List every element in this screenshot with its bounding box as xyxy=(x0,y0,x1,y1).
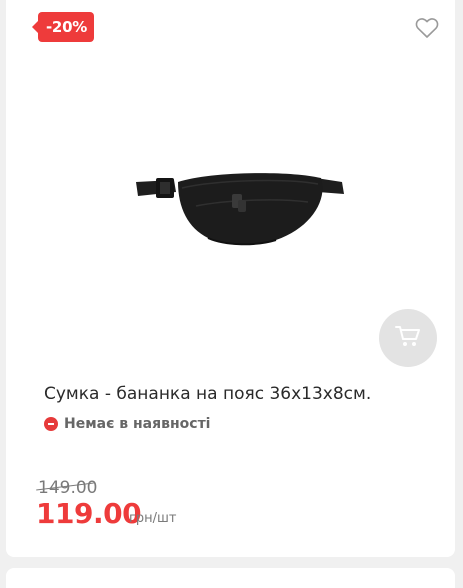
product-image[interactable] xyxy=(116,150,356,260)
current-price: 119.00 xyxy=(36,497,142,530)
next-product-card[interactable] xyxy=(6,568,455,588)
product-title[interactable]: Сумка - бананка на пояс 36x13x8см. xyxy=(44,382,444,406)
price-unit: грн/шт xyxy=(129,511,177,526)
favorite-heart-icon[interactable] xyxy=(415,17,439,39)
product-card[interactable]: -20% Сумка - бананка на пояс 36x13x8см. … xyxy=(6,0,455,557)
stock-status-label: Немає в наявності xyxy=(64,416,211,432)
add-to-cart-button[interactable] xyxy=(379,309,437,367)
stock-status: Немає в наявності xyxy=(44,416,210,432)
discount-badge: -20% xyxy=(32,12,94,42)
cart-icon xyxy=(395,324,421,352)
minus-circle-icon xyxy=(44,417,58,431)
